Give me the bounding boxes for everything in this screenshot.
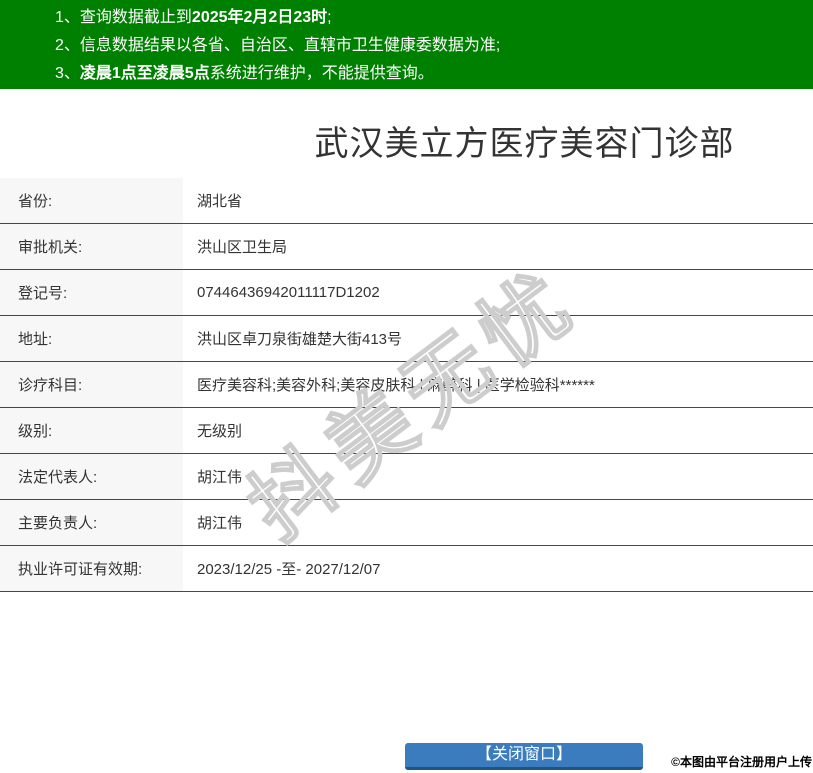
row-value: 医疗美容科;美容外科;美容皮肤科 | 麻醉科 | 医学检验科****** xyxy=(197,377,595,394)
row-label: 省份: xyxy=(0,178,183,223)
notice-1-bold: 2025年2月2日23时 xyxy=(191,9,328,26)
notice-1-num: 1、 xyxy=(55,9,80,26)
table-row: 省份: 湖北省 xyxy=(0,178,813,224)
copyright-stamp: ©本图由平台注册用户上传 xyxy=(671,755,812,769)
row-value: 湖北省 xyxy=(197,193,243,210)
notice-2-text: 信息数据结果以各省、自治区、直辖市卫生健康委数据为准; xyxy=(79,37,501,54)
row-label: 诊疗科目: xyxy=(0,362,183,407)
notice-banner: 1、查询数据截止到2025年2月2日23时; 2、信息数据结果以各省、自治区、直… xyxy=(0,0,813,89)
row-label: 审批机关: xyxy=(0,224,183,269)
notice-2-num: 2、 xyxy=(55,37,80,54)
notice-line-3: 3、凌晨1点至凌晨5点系统进行维护，不能提供查询。 xyxy=(55,60,803,88)
table-row: 审批机关: 洪山区卫生局 xyxy=(0,224,813,270)
table-row: 法定代表人: 胡江伟 xyxy=(0,454,813,500)
table-row: 级别: 无级别 xyxy=(0,408,813,454)
row-value: 无级别 xyxy=(197,423,243,440)
row-label: 执业许可证有效期: xyxy=(0,546,183,591)
table-row: 主要负责人: 胡江伟 xyxy=(0,500,813,546)
row-value: 洪山区卓刀泉街雄楚大街413号 xyxy=(197,331,403,348)
row-value: 胡江伟 xyxy=(197,469,243,486)
row-label: 法定代表人: xyxy=(0,454,183,499)
table-row: 诊疗科目: 医疗美容科;美容外科;美容皮肤科 | 麻醉科 | 医学检验科*****… xyxy=(0,362,813,408)
close-window-button[interactable]: 【关闭窗口】 xyxy=(405,743,643,770)
table-row: 地址: 洪山区卓刀泉街雄楚大街413号 xyxy=(0,316,813,362)
table-row: 登记号: 07446436942011117D1202 xyxy=(0,270,813,316)
notice-1-text: 查询数据截止到 xyxy=(79,9,192,26)
row-label: 地址: xyxy=(0,316,183,361)
notice-3-num: 3、 xyxy=(55,65,80,82)
notice-3-bold: 凌晨1点至凌晨5点 xyxy=(79,65,210,82)
row-label: 级别: xyxy=(0,408,183,453)
row-label: 登记号: xyxy=(0,270,183,315)
notice-3-post: 系统进行维护，不能提供查询。 xyxy=(209,65,434,82)
table-row: 执业许可证有效期: 2023/12/25 -至- 2027/12/07 xyxy=(0,546,813,592)
info-table: 省份: 湖北省 审批机关: 洪山区卫生局 登记号: 07446436942011117D1… xyxy=(0,178,813,592)
row-label: 主要负责人: xyxy=(0,500,183,545)
row-value: 07446436942011117D1202 xyxy=(197,284,380,301)
notice-line-1: 1、查询数据截止到2025年2月2日23时; xyxy=(55,4,803,32)
row-value: 洪山区卫生局 xyxy=(197,239,288,256)
row-value: 胡江伟 xyxy=(197,515,243,532)
title-wrap: 武汉美立方医疗美容门诊部 xyxy=(236,116,813,165)
notice-1-post: ; xyxy=(327,9,332,26)
notice-line-2: 2、信息数据结果以各省、自治区、直辖市卫生健康委数据为准; xyxy=(55,32,803,60)
page-title: 武汉美立方医疗美容门诊部 xyxy=(314,125,735,163)
row-value: 2023/12/25 -至- 2027/12/07 xyxy=(197,561,381,578)
